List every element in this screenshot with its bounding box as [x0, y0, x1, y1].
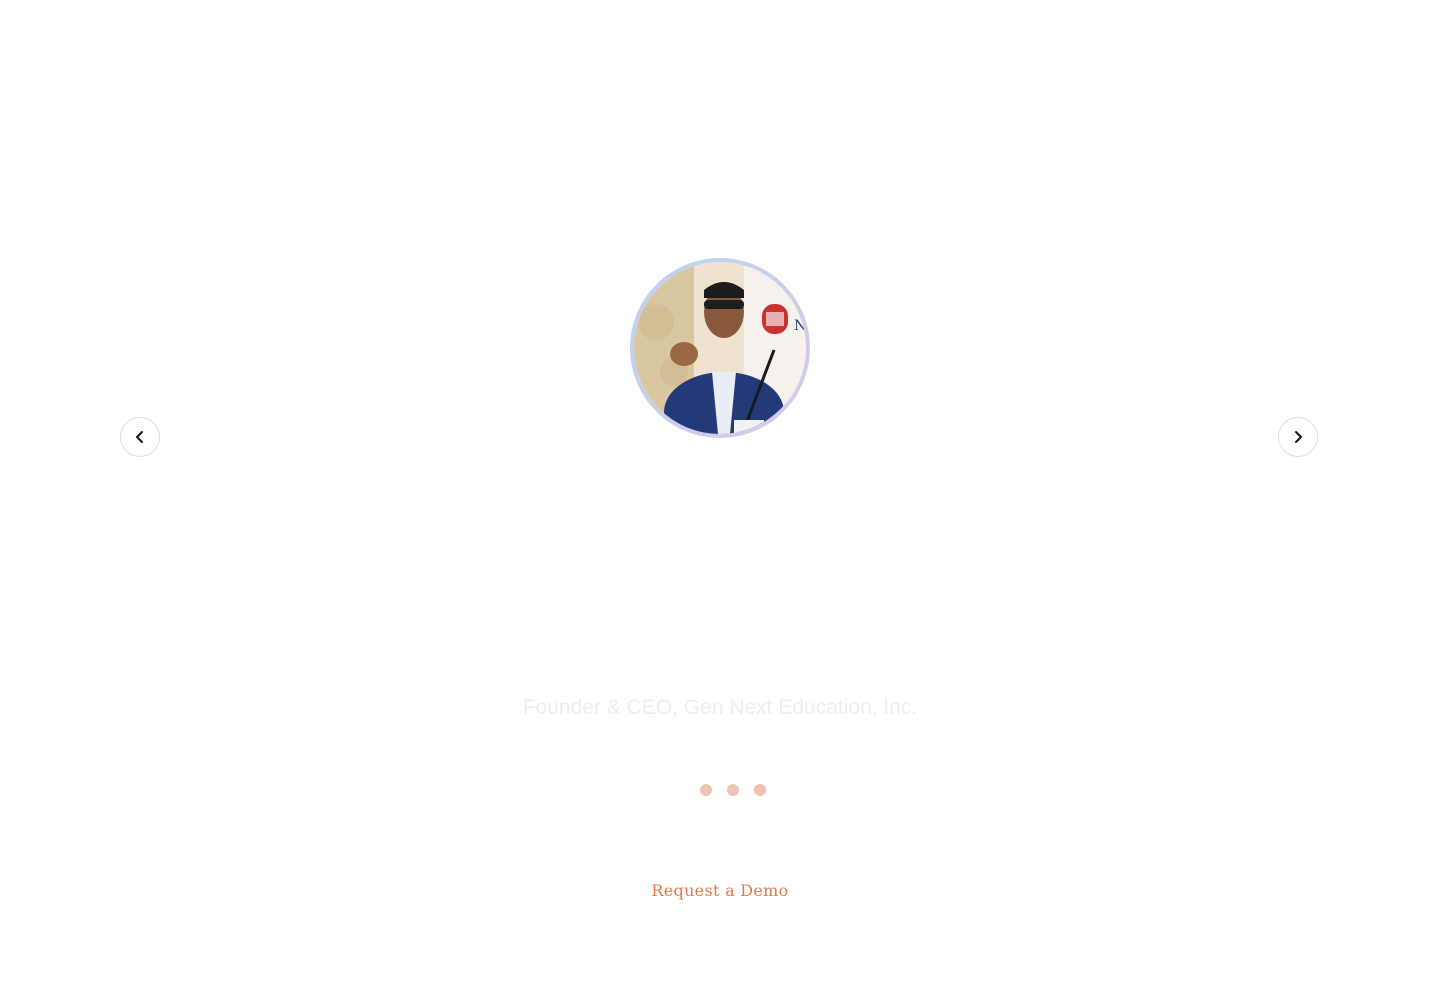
speaker-photo: N	[634, 262, 806, 434]
carousel-dot-1[interactable]	[700, 784, 712, 796]
testimonial-role: Founder & CEO, Gen Next Education, Inc.	[522, 696, 918, 719]
carousel-dot-2[interactable]	[727, 784, 739, 796]
carousel-next-button[interactable]	[1278, 417, 1318, 457]
carousel-dot-3[interactable]	[754, 784, 766, 796]
svg-text:N: N	[794, 318, 806, 334]
testimonial-section: N Founder & CEO, Gen Next Education, Inc…	[0, 0, 1440, 998]
avatar: N	[634, 262, 806, 434]
request-demo-link[interactable]: Request a Demo	[651, 881, 788, 900]
chevron-left-icon	[136, 431, 143, 443]
chevron-right-icon	[1295, 431, 1302, 443]
carousel-dots	[700, 784, 766, 796]
avatar-ring: N	[630, 258, 810, 438]
cta-container: Request a Demo	[0, 881, 1440, 901]
carousel-prev-button[interactable]	[120, 417, 160, 457]
